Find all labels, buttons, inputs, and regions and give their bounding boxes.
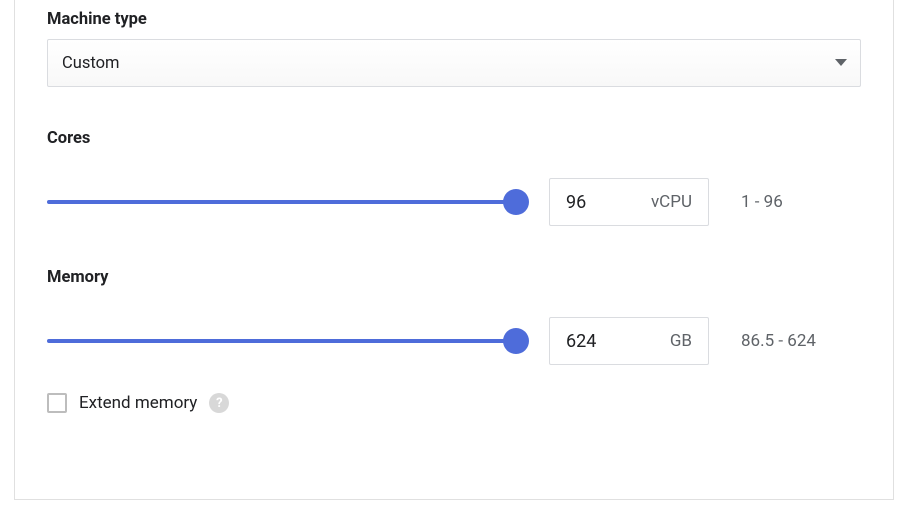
memory-value-box: GB (549, 317, 709, 365)
slider-thumb[interactable] (503, 328, 529, 354)
machine-type-select-wrap: Custom (47, 39, 861, 87)
machine-type-select[interactable]: Custom (47, 39, 861, 87)
machine-type-selected-value: Custom (62, 54, 119, 73)
extend-memory-row: Extend memory ? (47, 393, 861, 413)
cores-range-text: 1 - 96 (741, 192, 783, 212)
help-icon[interactable]: ? (209, 393, 229, 413)
memory-range-text: 86.5 - 624 (741, 331, 816, 351)
slider-track (47, 200, 517, 204)
memory-row: GB 86.5 - 624 (47, 317, 861, 365)
cores-label: Cores (47, 129, 861, 148)
cores-unit: vCPU (651, 192, 692, 212)
slider-thumb[interactable] (503, 189, 529, 215)
extend-memory-checkbox[interactable] (47, 393, 67, 413)
extend-memory-label: Extend memory (79, 393, 197, 413)
cores-slider[interactable] (47, 190, 517, 214)
slider-track (47, 339, 517, 343)
memory-input[interactable] (566, 331, 620, 352)
memory-slider[interactable] (47, 329, 517, 353)
cores-input[interactable] (566, 192, 620, 213)
cores-value-box: vCPU (549, 178, 709, 226)
machine-config-panel: Machine type Custom Cores vCPU 1 - 96 Me… (14, 0, 894, 500)
memory-group: Memory GB 86.5 - 624 Extend memory ? (47, 268, 861, 413)
memory-label: Memory (47, 268, 861, 287)
machine-type-label: Machine type (47, 10, 861, 29)
cores-row: vCPU 1 - 96 (47, 178, 861, 226)
cores-group: Cores vCPU 1 - 96 (47, 129, 861, 226)
memory-unit: GB (670, 331, 692, 351)
